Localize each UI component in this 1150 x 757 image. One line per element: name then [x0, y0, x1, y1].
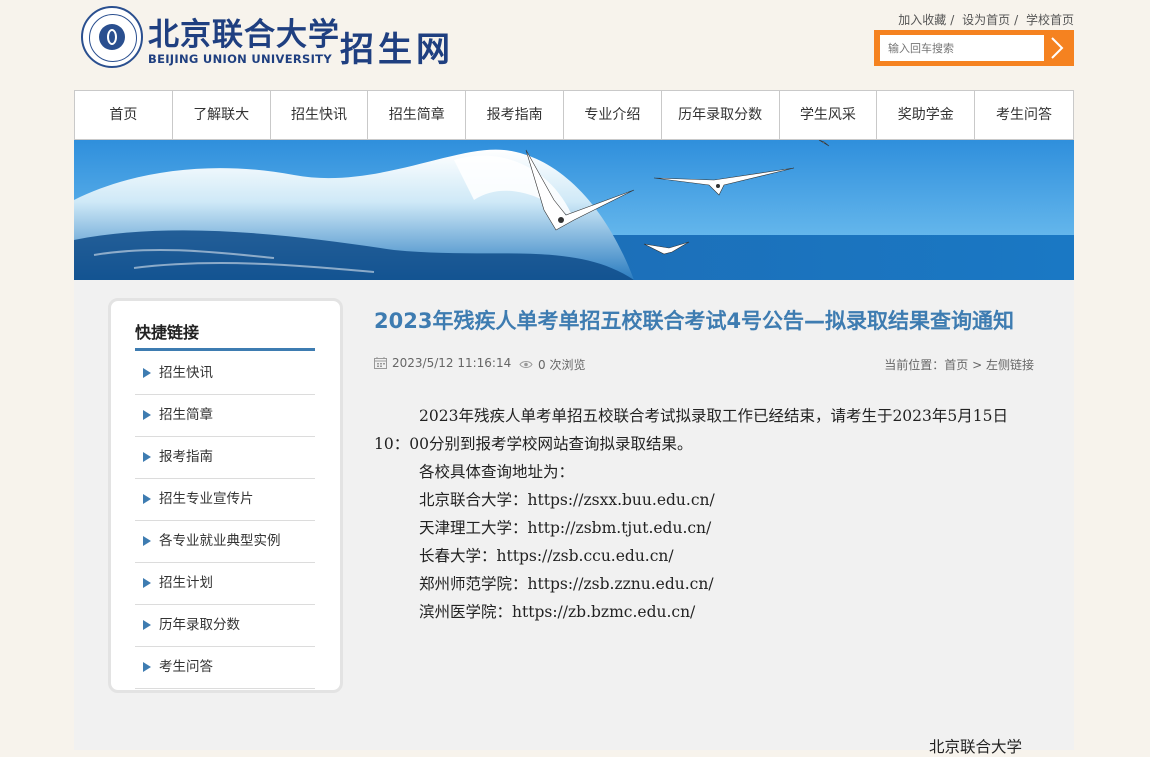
- quick-links-sidebar: 快捷链接 招生快讯 招生简章 报考指南 招生专业宣传片 各专业就业典型实例 招生…: [108, 298, 343, 693]
- nav-item-news[interactable]: 招生快讯: [271, 91, 369, 139]
- site-name: 招生网: [340, 30, 454, 70]
- nav-item-scores[interactable]: 历年录取分数: [662, 91, 780, 139]
- sidebar-item-news[interactable]: 招生快讯: [135, 353, 315, 395]
- link-separator: /: [1014, 13, 1019, 27]
- triangle-right-icon: [143, 452, 151, 462]
- triangle-right-icon: [143, 494, 151, 504]
- sidebar-list: 招生快讯 招生简章 报考指南 招生专业宣传片 各专业就业典型实例 招生计划 历年…: [135, 353, 315, 689]
- sidebar-item-label: 报考指南: [159, 449, 213, 465]
- nav-item-about[interactable]: 了解联大: [173, 91, 271, 139]
- sidebar-item-promo-video[interactable]: 招生专业宣传片: [135, 479, 315, 521]
- sidebar-item-label: 考生问答: [159, 659, 213, 675]
- add-favorite-link[interactable]: 加入收藏: [898, 13, 946, 27]
- view-count-text: 0 次浏览: [538, 358, 586, 372]
- breadcrumb: 当前位置：首页 > 左侧链接: [884, 356, 1034, 373]
- article-paragraph: 2023年残疾人单考单招五校联合考试拟录取工作已经结束，请考生于2023年5月1…: [374, 407, 1008, 453]
- triangle-right-icon: [143, 410, 151, 420]
- main-nav: 首页 了解联大 招生快讯 招生简章 报考指南 专业介绍 历年录取分数 学生风采 …: [74, 90, 1074, 140]
- breadcrumb-separator: >: [972, 358, 983, 372]
- sidebar-item-employment-cases[interactable]: 各专业就业典型实例: [135, 521, 315, 563]
- article-link-line: 郑州师范学院：https://zsb.zznu.edu.cn/: [419, 575, 714, 593]
- nav-item-brochure[interactable]: 招生简章: [368, 91, 467, 139]
- sidebar-item-label: 招生专业宣传片: [159, 491, 254, 507]
- triangle-right-icon: [143, 578, 151, 588]
- nav-item-scholarship[interactable]: 奖助学金: [877, 91, 976, 139]
- publish-date-text: 2023/5/12 11:16:14: [392, 356, 512, 370]
- sidebar-item-label: 各专业就业典型实例: [159, 533, 281, 549]
- triangle-right-icon: [143, 368, 151, 378]
- search-input[interactable]: [880, 35, 1044, 61]
- sidebar-title: 快捷链接: [135, 323, 200, 342]
- sidebar-item-label: 招生计划: [159, 575, 213, 591]
- sidebar-item-plan[interactable]: 招生计划: [135, 563, 315, 605]
- eye-icon: [519, 361, 533, 368]
- sidebar-item-guide[interactable]: 报考指南: [135, 437, 315, 479]
- search-submit-button[interactable]: [1046, 35, 1068, 61]
- sidebar-item-label: 招生简章: [159, 407, 213, 423]
- sidebar-item-brochure[interactable]: 招生简章: [135, 395, 315, 437]
- calendar-icon: [374, 357, 387, 369]
- article-meta: 2023/5/12 11:16:14 0 次浏览 当前位置：首页 > 左侧链接: [374, 356, 1034, 376]
- breadcrumb-current[interactable]: 左侧链接: [986, 358, 1034, 372]
- breadcrumb-home[interactable]: 首页: [944, 358, 968, 372]
- logo-chinese-name[interactable]: 北京联合大学: [148, 9, 340, 54]
- triangle-right-icon: [143, 536, 151, 546]
- top-links: 加入收藏 / 设为首页 / 学校首页: [898, 11, 1074, 28]
- triangle-right-icon: [143, 620, 151, 630]
- triangle-right-icon: [143, 662, 151, 672]
- article-signature: 北京联合大学: [929, 738, 1023, 756]
- nav-item-students[interactable]: 学生风采: [780, 91, 878, 139]
- set-homepage-link[interactable]: 设为首页: [962, 13, 1010, 27]
- nav-item-faq[interactable]: 考生问答: [975, 91, 1073, 139]
- sidebar-item-label: 招生快讯: [159, 365, 213, 381]
- article-body: 2023年残疾人单考单招五校联合考试拟录取工作已经结束，请考生于2023年5月1…: [374, 402, 1034, 626]
- content-area: 快捷链接 招生快讯 招生简章 报考指南 招生专业宣传片 各专业就业典型实例 招生…: [74, 280, 1074, 756]
- view-count: 0 次浏览: [519, 356, 585, 373]
- sidebar-divider: [135, 348, 315, 351]
- article-link-line: 北京联合大学：https://zsxx.buu.edu.cn/: [419, 491, 715, 509]
- article: 2023年残疾人单考单招五校联合考试4号公告—拟录取结果查询通知 2023/5/…: [374, 306, 1034, 626]
- nav-item-home[interactable]: 首页: [75, 91, 173, 139]
- sidebar-item-label: 历年录取分数: [159, 617, 240, 633]
- university-seal-logo[interactable]: [81, 6, 143, 68]
- article-link-line: 滨州医学院：https://zb.bzmc.edu.cn/: [419, 603, 696, 621]
- article-link-line: 长春大学：https://zsb.ccu.edu.cn/: [419, 547, 674, 565]
- school-homepage-link[interactable]: 学校首页: [1026, 13, 1074, 27]
- nav-item-majors[interactable]: 专业介绍: [564, 91, 662, 139]
- link-separator: /: [950, 13, 955, 27]
- breadcrumb-label: 当前位置：: [884, 358, 945, 372]
- nav-item-guide[interactable]: 报考指南: [466, 91, 564, 139]
- publish-date: 2023/5/12 11:16:14: [374, 356, 511, 370]
- chevron-right-icon: [1051, 37, 1064, 59]
- article-paragraph: 各校具体查询地址为：: [419, 463, 575, 481]
- banner-image: [74, 140, 1074, 280]
- search-box: [874, 30, 1074, 66]
- article-title: 2023年残疾人单考单招五校联合考试4号公告—拟录取结果查询通知: [374, 309, 1015, 333]
- article-link-line: 天津理工大学：http://zsbm.tjut.edu.cn/: [419, 519, 712, 537]
- logo-english-name[interactable]: BEIJING UNION UNIVERSITY: [148, 52, 332, 66]
- sidebar-item-faq[interactable]: 考生问答: [135, 647, 315, 689]
- sidebar-item-scores[interactable]: 历年录取分数: [135, 605, 315, 647]
